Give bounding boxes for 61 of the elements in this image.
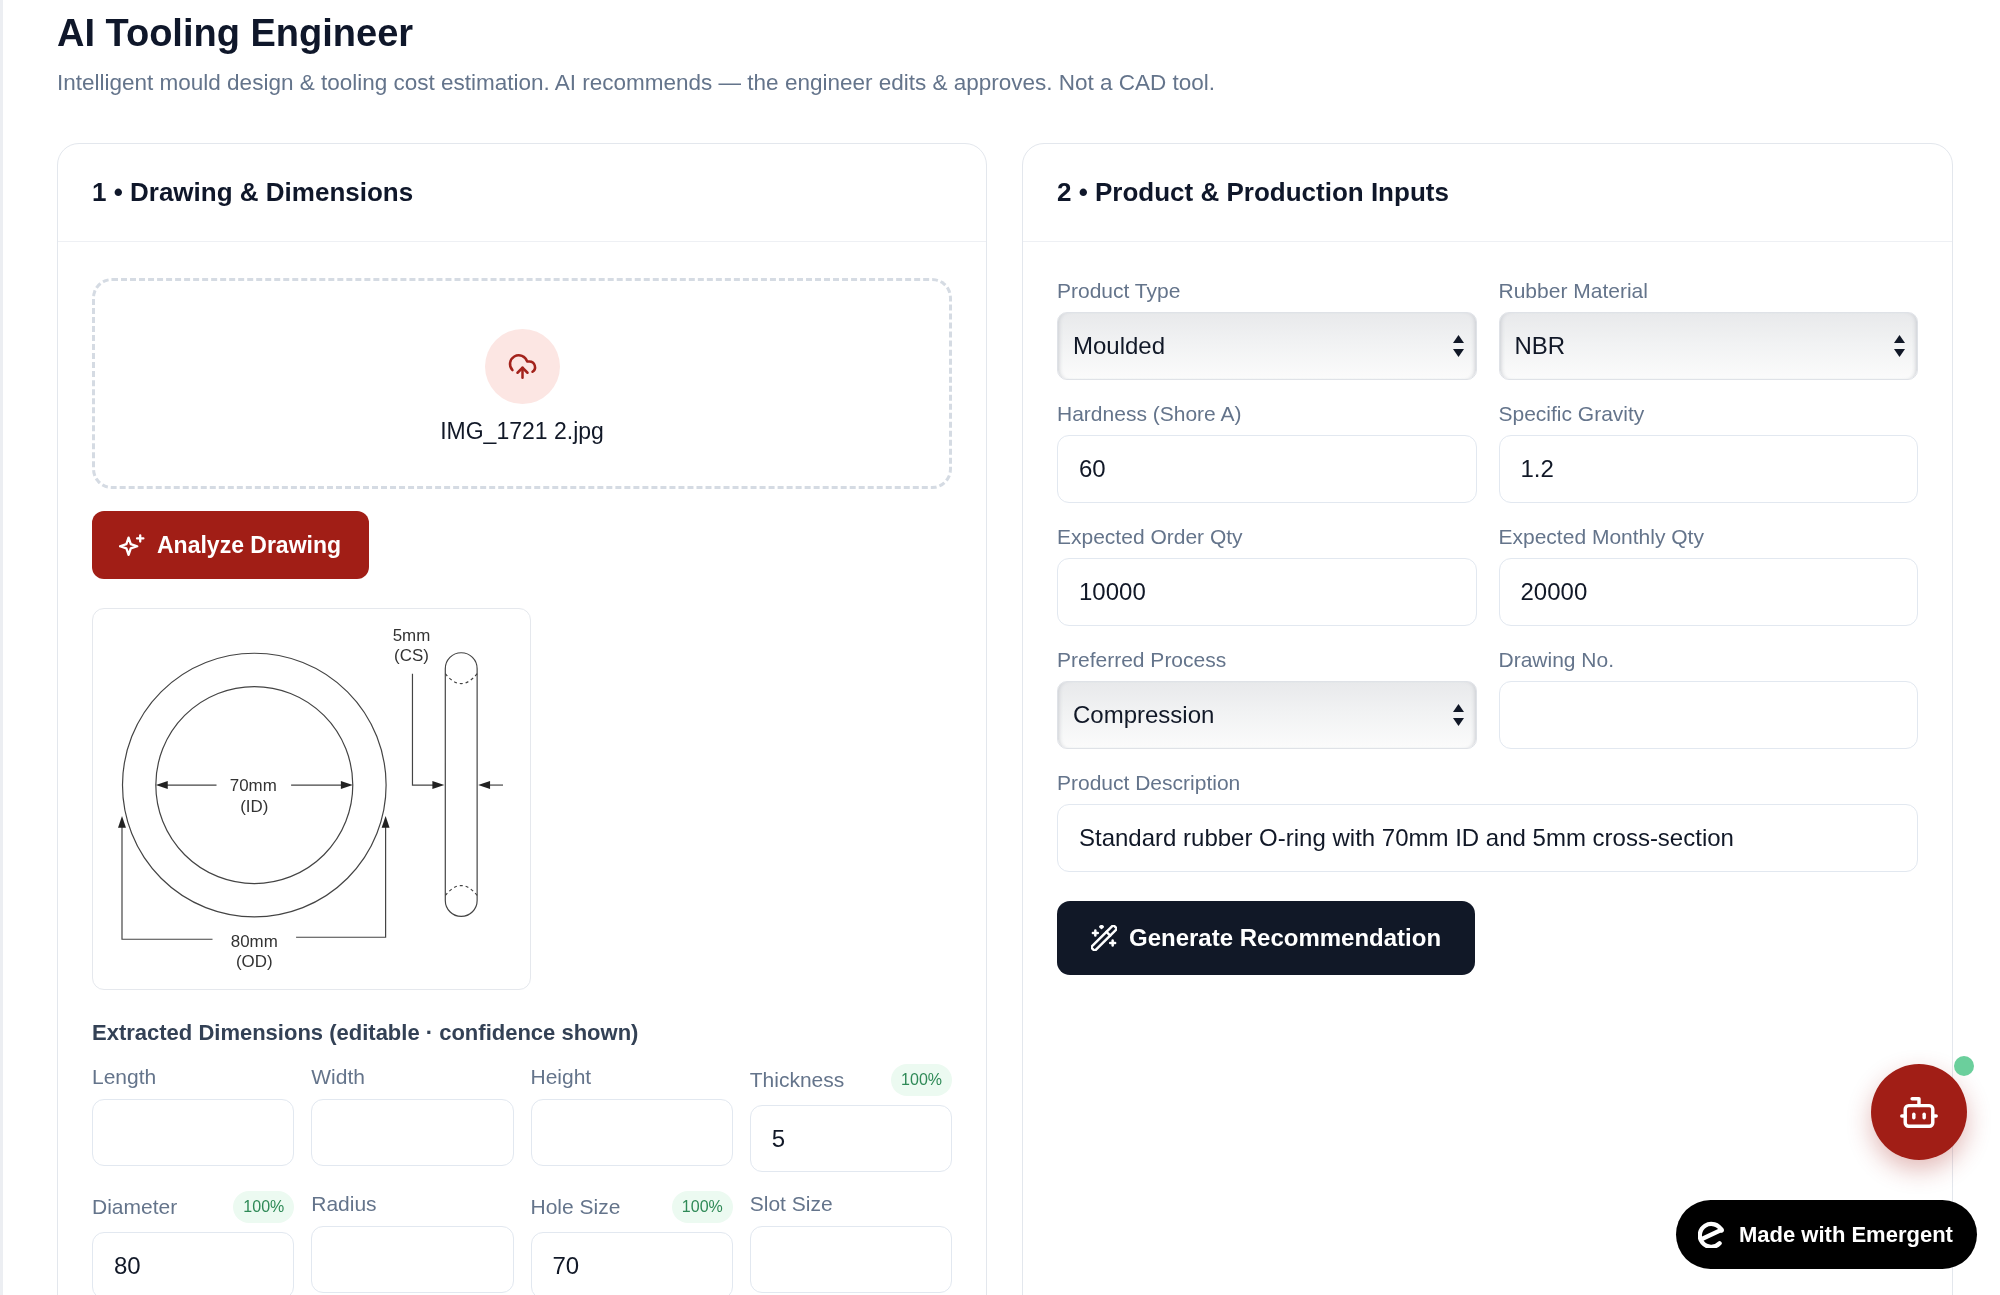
- field-label: Diameter: [92, 1194, 178, 1220]
- field-label: Radius: [311, 1191, 377, 1217]
- dimension-value: 70mm: [229, 776, 277, 796]
- robot-icon: [1900, 1096, 1938, 1128]
- input-field[interactable]: [311, 1226, 514, 1293]
- updown-triangle-icon: [1452, 704, 1464, 726]
- field-label: Hole Size: [530, 1194, 621, 1220]
- card-title: 1 • Drawing & Dimensions: [92, 177, 414, 208]
- dimension-note: (CS): [394, 645, 429, 665]
- sparkle-icon: [119, 533, 145, 557]
- made-with-link[interactable]: Made with Emergent: [1676, 1200, 1977, 1269]
- input-field[interactable]: 10000: [1057, 558, 1477, 626]
- input-field[interactable]: 70: [530, 1232, 733, 1295]
- dimension-value: 80mm: [230, 932, 278, 952]
- input-field[interactable]: 80: [92, 1232, 295, 1295]
- field-label: Hardness (Shore A): [1057, 401, 1243, 427]
- dimension-value: 5mm: [392, 625, 431, 645]
- field-label: Specific Gravity: [1498, 401, 1646, 427]
- dropdown[interactable]: NBR: [1498, 312, 1918, 380]
- field-label: Expected Order Qty: [1057, 524, 1244, 550]
- updown-triangle-icon: [1452, 335, 1464, 357]
- confidence-score: 100%: [891, 1064, 952, 1096]
- confidence-score: 100%: [671, 1191, 733, 1223]
- input-field[interactable]: [530, 1099, 733, 1166]
- field-label: Drawing No.: [1498, 647, 1616, 673]
- field-label: Length: [92, 1064, 157, 1090]
- input-field[interactable]: Standard rubber O-ring with 70mm ID and 5mm cross-section: [1057, 804, 1918, 872]
- upload-cloud-icon: [484, 328, 560, 404]
- card-title: 2 • Product & Production Inputs: [1057, 177, 1449, 208]
- dimension-note: (ID): [240, 796, 269, 816]
- field-label: Product Description: [1057, 770, 1242, 796]
- input-field[interactable]: [311, 1099, 514, 1166]
- field-label: Thickness: [749, 1067, 845, 1093]
- field-label: Expected Monthly Qty: [1498, 524, 1705, 550]
- section-heading: Extracted Dimensions (editable · confidence shown): [92, 1019, 639, 1047]
- field-label: Width: [311, 1064, 365, 1090]
- file-name: IMG_1721 2.jpg: [440, 417, 604, 445]
- input-field[interactable]: 20000: [1498, 558, 1918, 626]
- dimension-note: (OD): [236, 952, 273, 972]
- updown-triangle-icon: [1894, 335, 1905, 357]
- input-field[interactable]: [749, 1226, 952, 1293]
- logo-icon: [1698, 1221, 1725, 1248]
- upload-dropzone[interactable]: IMG_1721 2.jpg: [92, 278, 952, 489]
- confidence-score: 100%: [233, 1191, 295, 1223]
- field-label: Slot Size: [749, 1191, 833, 1217]
- field-label: Rubber Material: [1498, 278, 1649, 304]
- field-label: Product Type: [1057, 278, 1182, 304]
- input-field[interactable]: 5: [749, 1105, 952, 1172]
- input-field[interactable]: [92, 1099, 295, 1166]
- generate-button[interactable]: Generate Recommendation: [1057, 901, 1476, 975]
- page-title: AI Tooling Engineer: [57, 11, 414, 56]
- dropdown[interactable]: Moulded: [1057, 312, 1477, 380]
- field-label: Preferred Process: [1057, 647, 1228, 673]
- input-field[interactable]: [1498, 681, 1918, 749]
- field-label: Height: [530, 1064, 592, 1090]
- page-subtitle: Intelligent mould design & tooling cost estimation. AI recommends — the engineer edits & approves. Not a CAD tool.: [57, 69, 1216, 97]
- input-field[interactable]: 60: [1057, 435, 1477, 503]
- dropdown[interactable]: Compression: [1057, 681, 1477, 749]
- magic-wand-icon: [1091, 925, 1117, 951]
- analyze-button[interactable]: Analyze Drawing: [92, 511, 370, 579]
- input-field[interactable]: 1.2: [1498, 435, 1918, 503]
